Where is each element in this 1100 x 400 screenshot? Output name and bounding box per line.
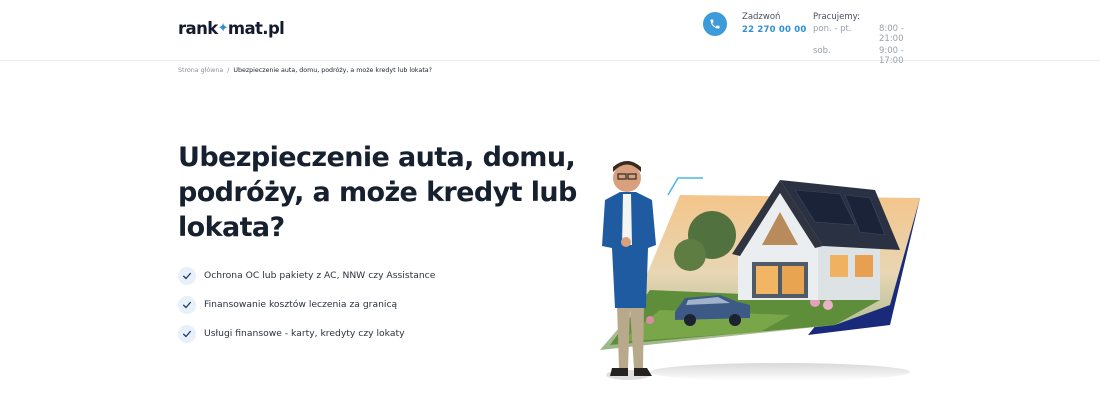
hours-row: sob. 9:00 - 17:00 bbox=[813, 46, 923, 66]
logo-text-right: mat.pl bbox=[227, 19, 285, 38]
hours-days: pon. - pt. bbox=[813, 24, 852, 34]
phone-icon[interactable] bbox=[703, 12, 727, 36]
window-glow bbox=[782, 266, 804, 294]
phone-number-link[interactable]: 22 270 00 00 bbox=[742, 25, 807, 35]
flower bbox=[823, 300, 833, 310]
check-icon bbox=[178, 266, 196, 285]
flower bbox=[646, 316, 654, 324]
hours-time: 9:00 - 17:00 bbox=[879, 46, 904, 66]
tree bbox=[674, 239, 706, 271]
feature-text: Ochrona OC lub pakiety z AC, NNW czy Ass… bbox=[204, 270, 436, 281]
hours-title: Pracujemy: bbox=[813, 12, 860, 22]
site-header: rank ✦ mat.pl Zadzwoń 22 270 00 00 Pracu… bbox=[0, 0, 1100, 66]
person-shoe bbox=[610, 368, 628, 376]
feature-item: Usługi finansowe - karty, kredyty czy lo… bbox=[178, 324, 435, 343]
feature-item: Ochrona OC lub pakiety z AC, NNW czy Ass… bbox=[178, 266, 435, 285]
star-icon: ✦ bbox=[217, 21, 229, 36]
car-wheel bbox=[684, 314, 696, 326]
call-label: Zadzwoń bbox=[742, 12, 781, 22]
opening-hours: Pracujemy: pon. - pt. 8:00 - 21:00 sob. … bbox=[813, 12, 923, 66]
logo[interactable]: rank ✦ mat.pl bbox=[178, 19, 285, 38]
person-hands bbox=[621, 237, 631, 247]
hours-row: pon. - pt. 8:00 - 21:00 bbox=[813, 24, 923, 44]
feature-item: Finansowanie kosztów leczenia za granicą bbox=[178, 295, 435, 314]
title-line: lokata? bbox=[178, 212, 285, 243]
breadcrumb-current: Ubezpieczenie auta, domu, podróży, a moż… bbox=[233, 67, 432, 74]
breadcrumb-home-link[interactable]: Strona główna bbox=[178, 67, 223, 74]
feature-text: Usługi finansowe - karty, kredyty czy lo… bbox=[204, 328, 405, 339]
hours-time: 8:00 - 21:00 bbox=[879, 24, 904, 44]
call-block: Zadzwoń 22 270 00 00 bbox=[742, 12, 807, 35]
breadcrumb: Strona główna / Ubezpieczenie auta, domu… bbox=[178, 67, 432, 74]
window-glow bbox=[855, 255, 873, 277]
check-icon bbox=[178, 295, 196, 314]
breadcrumb-separator: / bbox=[227, 67, 230, 74]
hours-days: sob. bbox=[813, 46, 831, 56]
accent-line bbox=[667, 177, 703, 196]
title-line: podróży, a może kredyt lub bbox=[178, 177, 577, 208]
car-wheel bbox=[729, 314, 741, 326]
person-shoe bbox=[634, 368, 652, 376]
feature-text: Finansowanie kosztów leczenia za granicą bbox=[204, 299, 398, 310]
window-glow bbox=[830, 255, 848, 277]
person-face bbox=[613, 164, 641, 192]
logo-text-left: rank bbox=[178, 19, 218, 38]
check-icon bbox=[178, 324, 196, 343]
feature-list: Ochrona OC lub pakiety z AC, NNW czy Ass… bbox=[178, 266, 435, 353]
title-line: Ubezpieczenie auta, domu, bbox=[178, 142, 576, 173]
window-glow bbox=[756, 266, 778, 294]
page-title: Ubezpieczenie auta, domu, podróży, a moż… bbox=[178, 140, 578, 245]
hero-illustration bbox=[590, 150, 930, 390]
ground-shadow bbox=[650, 363, 910, 381]
